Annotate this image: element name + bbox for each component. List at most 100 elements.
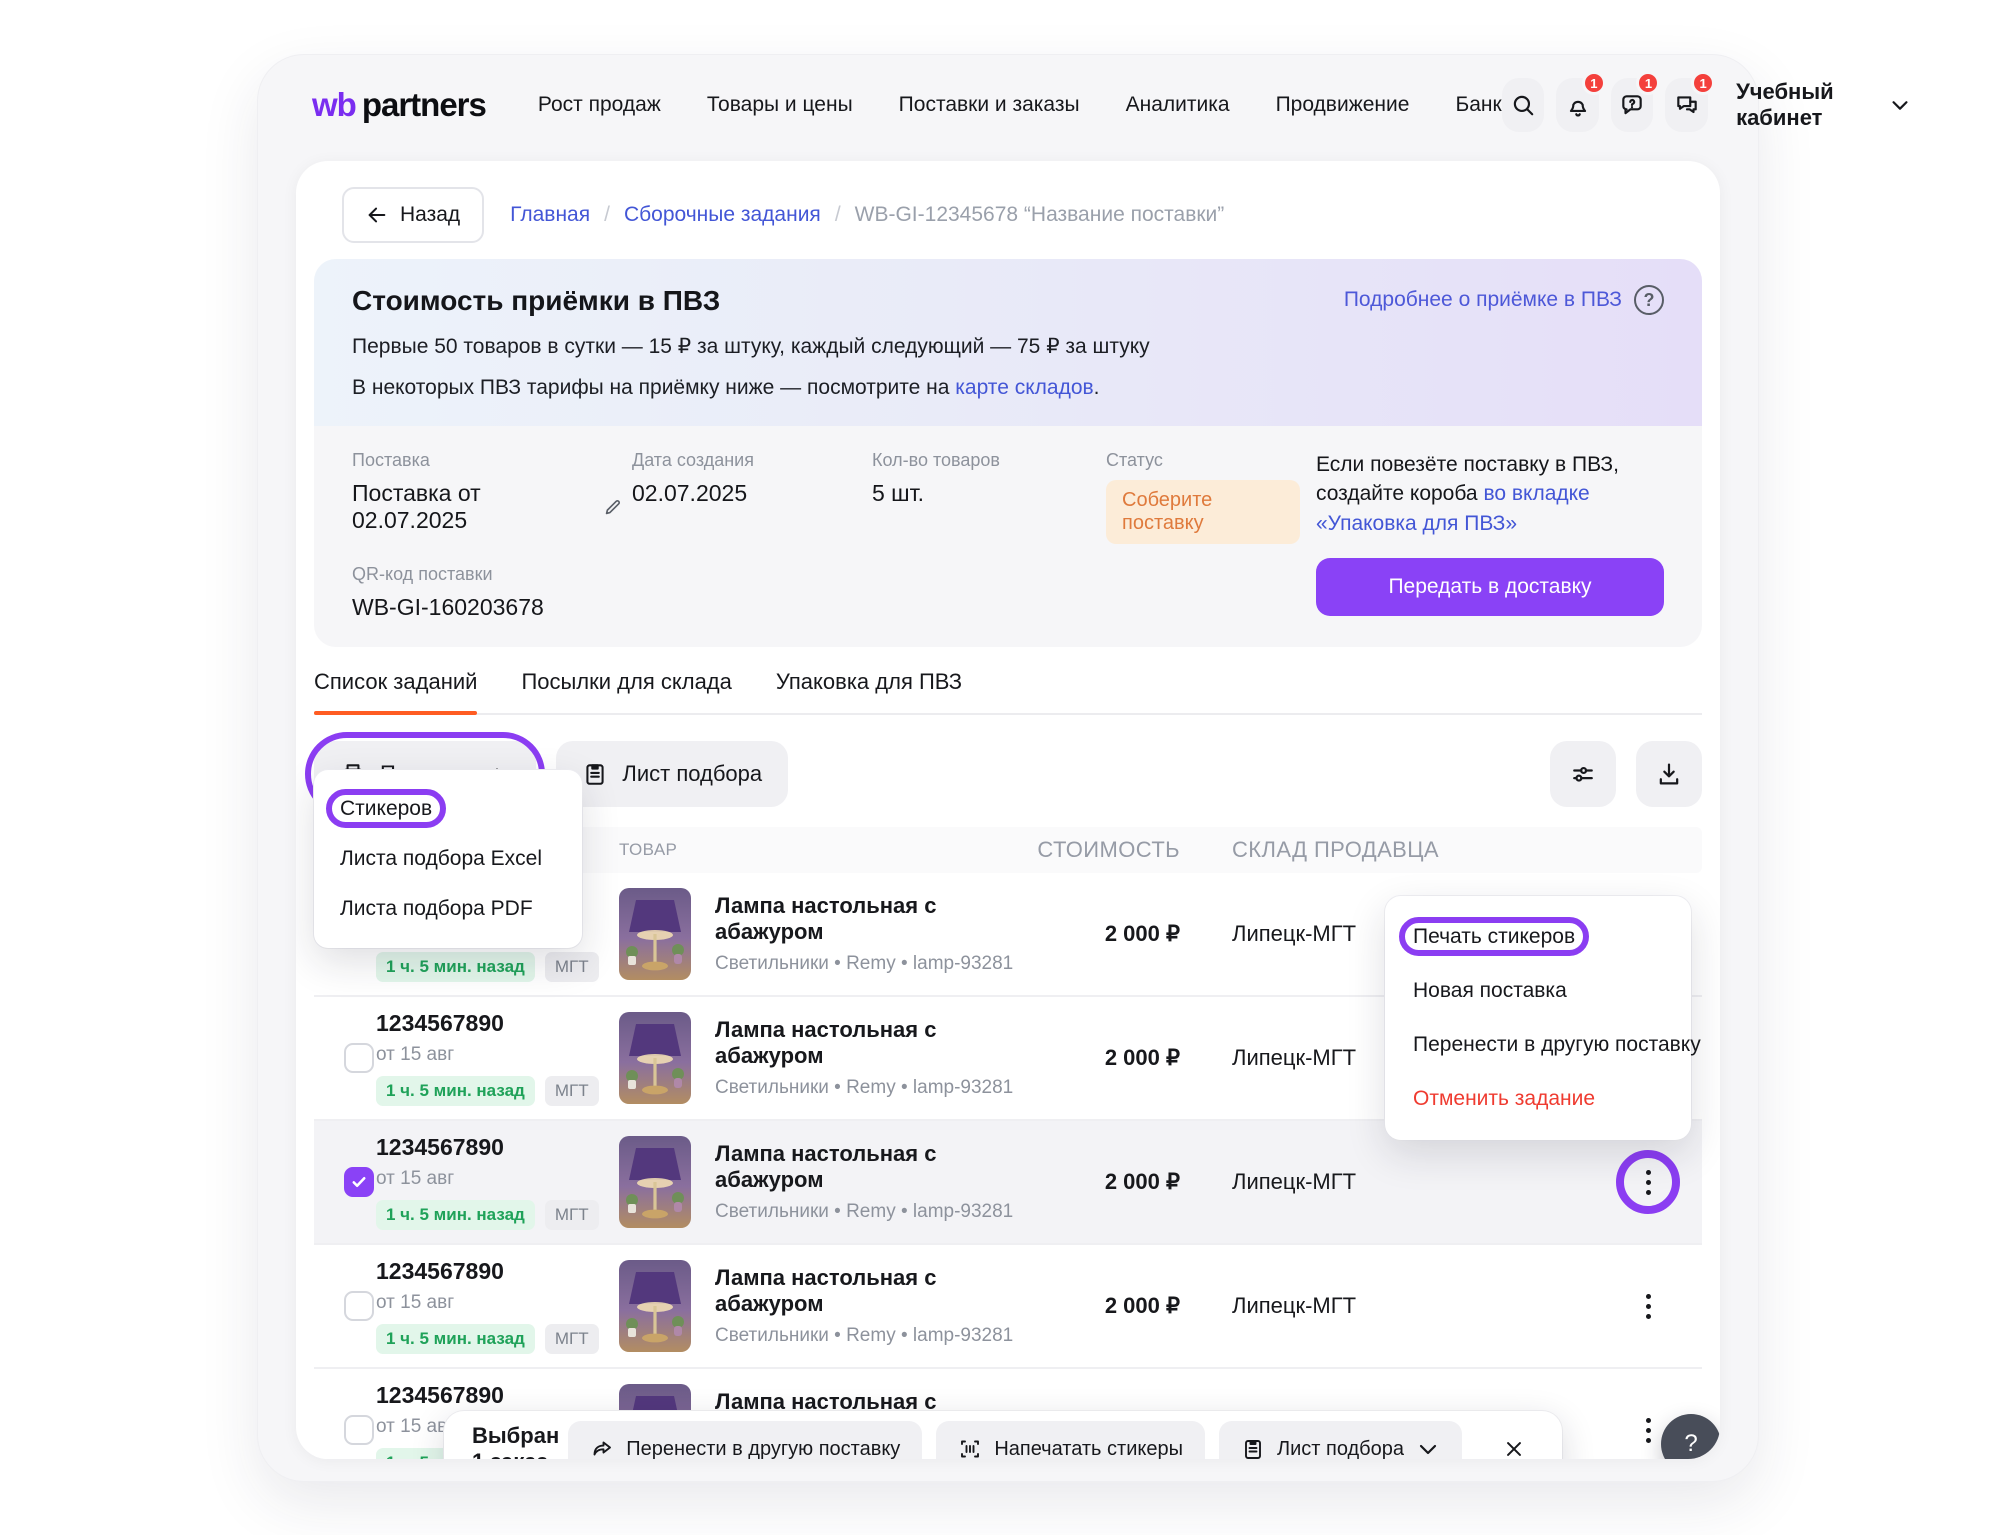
selection-count-label: Выбран 1 заказ — [472, 1423, 568, 1459]
pvz-more-link[interactable]: Подробнее о приёмке в ПВЗ ? — [1344, 285, 1664, 315]
product-title: Лампа настольная с абажуром — [715, 893, 1030, 945]
print-stickers-button[interactable]: Напечатать стикеры — [936, 1421, 1205, 1459]
banner-pricing-line: Первые 50 товаров в сутки — 15 ₽ за штук… — [352, 334, 1664, 359]
print-stickers-label: Напечатать стикеры — [994, 1438, 1183, 1460]
pick-list-button[interactable]: Лист подбора — [556, 741, 788, 807]
menu-item-pick-list-excel[interactable]: Листа подбора Excel — [314, 834, 582, 884]
row-kebab-menu-button-highlighted[interactable] — [1624, 1158, 1672, 1206]
row-checkbox[interactable] — [344, 1415, 374, 1445]
row-kebab-menu-button[interactable] — [1624, 1282, 1672, 1330]
price-value: 2 000 ₽ — [1030, 921, 1180, 947]
send-to-delivery-button[interactable]: Передать в доставку — [1316, 558, 1664, 616]
warehouse-tag: МГТ — [545, 952, 599, 982]
supply-name: Поставка от 02.07.2025 — [352, 480, 592, 534]
product-image[interactable] — [619, 888, 691, 980]
order-date: от 15 авг — [376, 1044, 619, 1066]
notifications-button[interactable]: 1 — [1556, 78, 1599, 132]
edit-pencil-icon[interactable] — [602, 496, 624, 518]
breadcrumb-assembly-tasks[interactable]: Сборочные задания — [624, 203, 821, 227]
filter-settings-button[interactable] — [1550, 741, 1616, 807]
header-actions: 1 1 1 Учебный кабинет — [1502, 78, 1912, 132]
tab-warehouse-parcels[interactable]: Посылки для склада — [521, 669, 731, 713]
time-badge: 1 ч. 5 мин. назад — [376, 1200, 535, 1230]
warehouse-tag: МГТ — [545, 1076, 599, 1106]
nav-supplies-orders[interactable]: Поставки и заказы — [899, 93, 1080, 117]
header-price: СТОИМОСТЬ — [1030, 837, 1180, 863]
close-selection-bar-button[interactable] — [1494, 1429, 1534, 1459]
status-badge: Соберите поставку — [1106, 480, 1300, 544]
field-supply: Поставка Поставка от 02.07.2025 — [352, 450, 624, 544]
download-button[interactable] — [1636, 741, 1702, 807]
price-value: 2 000 ₽ — [1030, 1045, 1180, 1071]
product-title: Лампа настольная с абажуром — [715, 1017, 1030, 1069]
warehouse-tag: МГТ — [545, 1200, 599, 1230]
row-checkbox[interactable] — [344, 1291, 374, 1321]
context-item-move-to-supply[interactable]: Перенести в другую поставку — [1385, 1018, 1691, 1072]
menu-item-pick-list-pdf[interactable]: Листа подбора PDF — [314, 884, 582, 934]
support-button[interactable]: 1 — [1611, 78, 1654, 132]
tab-task-list[interactable]: Список заданий — [314, 669, 477, 713]
wb-partners-logo[interactable]: wbpartners — [312, 86, 486, 124]
chevron-down-icon — [1416, 1437, 1440, 1459]
pick-list-dropdown-button[interactable]: Лист подбора — [1219, 1421, 1462, 1459]
quantity-value: 5 шт. — [872, 480, 1098, 507]
banner-title: Стоимость приёмки в ПВЗ — [352, 285, 720, 317]
clipboard-icon — [582, 761, 608, 787]
menu-item-stickers-label: Стикеров — [340, 797, 432, 820]
move-to-supply-label: Перенести в другую поставку — [626, 1438, 900, 1460]
table-row: 1234567890 от 15 авг 1 ч. 5 мин. назад М… — [314, 1245, 1702, 1369]
nav-goods-prices[interactable]: Товары и цены — [707, 93, 853, 117]
header-warehouse: СКЛАД ПРОДАВЦА — [1180, 837, 1482, 863]
breadcrumb-home[interactable]: Главная — [510, 203, 590, 227]
notifications-badge: 1 — [1582, 71, 1606, 95]
help-bubble-icon — [1619, 92, 1645, 118]
logo-partners: partners — [362, 86, 486, 124]
product-image[interactable] — [619, 1136, 691, 1228]
content-panel: Назад Главная / Сборочные задания / WB-G… — [296, 161, 1720, 1459]
supply-summary-card: Стоимость приёмки в ПВЗ Подробнее о приё… — [314, 259, 1702, 647]
header-product: ТОВАР — [619, 840, 1030, 860]
account-menu[interactable]: Учебный кабинет — [1736, 79, 1911, 131]
breadcrumb-separator: / — [604, 203, 610, 227]
context-item-print-stickers[interactable]: Печать стикеров — [1385, 910, 1691, 964]
warehouse-tag: МГТ — [545, 1324, 599, 1354]
app-window: wbpartners Рост продаж Товары и цены Пос… — [258, 55, 1758, 1481]
row-checkbox-checked[interactable] — [344, 1167, 374, 1197]
arrow-left-icon — [366, 204, 388, 226]
back-label: Назад — [400, 203, 460, 227]
warehouse-value: Липецк-МГТ — [1180, 1169, 1482, 1195]
question-circle-icon[interactable]: ? — [1634, 285, 1664, 315]
pvz-pricing-banner: Стоимость приёмки в ПВЗ Подробнее о приё… — [314, 259, 1702, 426]
row-checkbox[interactable] — [344, 1043, 374, 1073]
search-button[interactable] — [1502, 78, 1545, 132]
sliders-icon — [1569, 760, 1597, 788]
context-item-cancel-task[interactable]: Отменить задание — [1385, 1072, 1691, 1126]
status-label: Статус — [1106, 450, 1300, 471]
chats-button[interactable]: 1 — [1665, 78, 1708, 132]
section-tabs: Список заданий Посылки для склада Упаков… — [314, 669, 1702, 715]
support-badge: 1 — [1636, 71, 1660, 95]
product-subtitle: Светильники • Remy • lamp-93281 — [715, 1077, 1030, 1099]
menu-item-stickers[interactable]: Стикеров — [314, 784, 582, 834]
selection-action-bar: Выбран 1 заказ Перенести в другую постав… — [444, 1411, 1562, 1459]
chats-badge: 1 — [1691, 71, 1715, 95]
nav-promotion[interactable]: Продвижение — [1276, 93, 1410, 117]
product-image[interactable] — [619, 1260, 691, 1352]
warehouse-map-link[interactable]: карте складов — [955, 376, 1093, 399]
nav-bank[interactable]: Банк — [1455, 93, 1501, 117]
pvz-more-label: Подробнее о приёмке в ПВЗ — [1344, 288, 1622, 312]
context-item-new-supply[interactable]: Новая поставка — [1385, 964, 1691, 1018]
product-subtitle: Светильники • Remy • lamp-93281 — [715, 1325, 1030, 1347]
nav-analytics[interactable]: Аналитика — [1126, 93, 1230, 117]
download-icon — [1655, 760, 1683, 788]
nav-sales-growth[interactable]: Рост продаж — [538, 93, 661, 117]
warehouse-value: Липецк-МГТ — [1180, 1293, 1482, 1319]
product-subtitle: Светильники • Remy • lamp-93281 — [715, 1201, 1030, 1223]
product-image[interactable] — [619, 1012, 691, 1104]
move-to-supply-button[interactable]: Перенести в другую поставку — [568, 1421, 922, 1459]
tab-pvz-packing[interactable]: Упаковка для ПВЗ — [776, 669, 962, 713]
quantity-label: Кол-во товаров — [872, 450, 1098, 471]
back-button[interactable]: Назад — [342, 187, 484, 243]
pick-list-label: Лист подбора — [1277, 1438, 1404, 1460]
created-value: 02.07.2025 — [632, 480, 864, 507]
